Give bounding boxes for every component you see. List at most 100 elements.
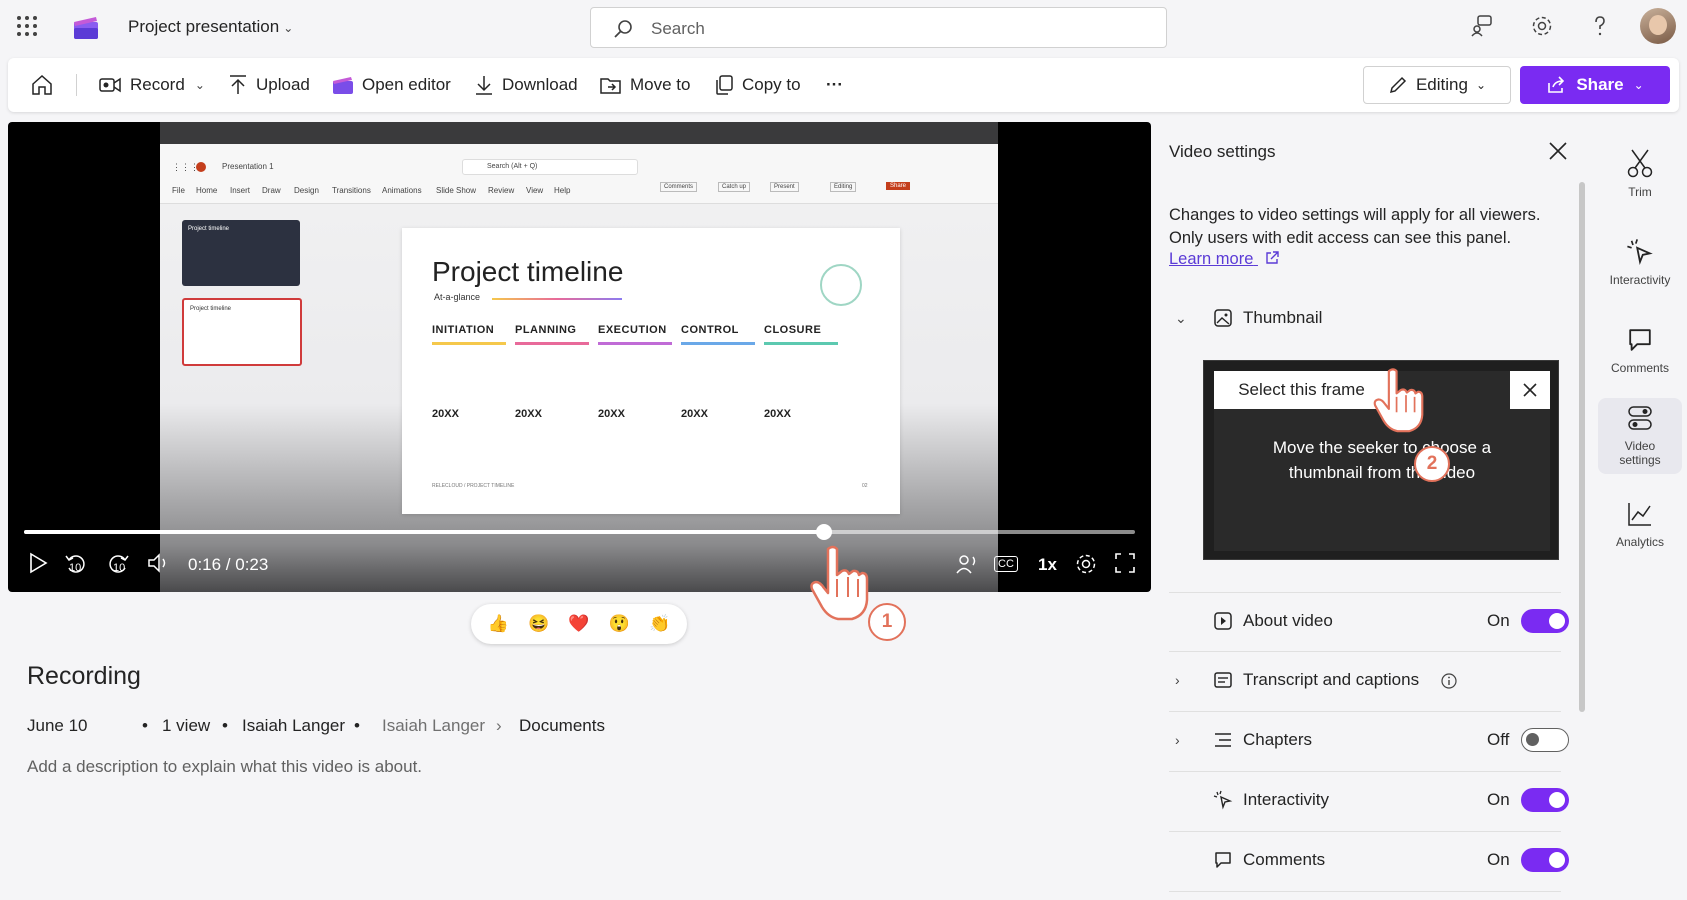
feedback-icon[interactable] bbox=[1470, 14, 1494, 38]
home-button[interactable] bbox=[30, 58, 62, 112]
reactions-bar: 👍 😆 ❤️ 😲 👏 bbox=[471, 604, 687, 644]
transcript-label: Transcript and captions bbox=[1243, 670, 1420, 689]
video-player[interactable]: ⋮⋮⋮ Presentation 1 Search (Alt + Q) File… bbox=[8, 122, 1151, 592]
location-folder-link[interactable]: Documents bbox=[519, 716, 605, 736]
download-button[interactable]: Download bbox=[474, 58, 578, 112]
top-bar: Project presentation ⌄ Search bbox=[0, 0, 1687, 55]
cursor-click-icon bbox=[1627, 239, 1653, 265]
meta-dot: • bbox=[142, 716, 148, 735]
seek-bar-fill bbox=[24, 530, 824, 534]
video-owner[interactable]: Isaiah Langer bbox=[242, 716, 345, 736]
open-editor-button[interactable]: Open editor bbox=[332, 58, 451, 112]
panel-scrollbar[interactable] bbox=[1579, 182, 1585, 712]
seek-handle[interactable] bbox=[815, 524, 832, 540]
interactivity-section[interactable]: Interactivity On bbox=[1169, 772, 1569, 832]
comment-icon bbox=[1629, 329, 1651, 351]
chevron-down-icon: ⌄ bbox=[1633, 78, 1644, 92]
skip-back-label: 10 bbox=[69, 562, 82, 574]
info-icon[interactable] bbox=[1441, 673, 1457, 689]
playback-speed-button[interactable]: 1x bbox=[1038, 555, 1057, 575]
move-to-button[interactable]: Move to bbox=[600, 58, 690, 112]
upload-icon bbox=[230, 75, 246, 94]
settings-gear-icon[interactable] bbox=[1074, 552, 1098, 576]
app-title[interactable]: Project presentation ⌄ bbox=[128, 17, 293, 37]
playback-time: 0:16 / 0:23 bbox=[188, 555, 269, 574]
record-button[interactable]: Record ⌄ bbox=[98, 58, 205, 112]
divider bbox=[76, 74, 77, 96]
phase-bar bbox=[681, 342, 755, 345]
phase-label: EXECUTION bbox=[598, 324, 667, 336]
share-button[interactable]: Share ⌄ bbox=[1520, 66, 1670, 104]
play-icon[interactable] bbox=[28, 552, 48, 574]
more-button[interactable]: ··· bbox=[826, 58, 843, 112]
upload-button[interactable]: Upload bbox=[228, 58, 310, 112]
about-video-state: On bbox=[1487, 611, 1510, 630]
about-video-toggle[interactable] bbox=[1521, 609, 1569, 633]
rail-video-settings[interactable]: Video settings bbox=[1598, 398, 1682, 474]
applause-reaction[interactable]: 👏 bbox=[647, 611, 673, 637]
phase-label: CONTROL bbox=[681, 324, 739, 336]
comments-section[interactable]: Comments On bbox=[1169, 832, 1569, 892]
volume-icon[interactable] bbox=[146, 552, 170, 574]
seek-bar[interactable] bbox=[24, 524, 1135, 540]
location-owner-link[interactable]: Isaiah Langer bbox=[382, 716, 485, 736]
phase-year: 20XX bbox=[764, 408, 791, 420]
description-field[interactable]: Add a description to explain what this v… bbox=[27, 757, 422, 777]
help-icon[interactable] bbox=[1588, 14, 1612, 38]
video-settings-panel: Video settings Changes to video settings… bbox=[1159, 122, 1589, 900]
slide-action: Catch up bbox=[718, 182, 751, 192]
editing-label: Editing bbox=[1415, 75, 1468, 94]
search-input[interactable]: Search bbox=[590, 7, 1167, 48]
rail-video-settings-label: Video settings bbox=[1619, 439, 1661, 467]
surprised-reaction[interactable]: 😲 bbox=[606, 611, 632, 637]
phase-label: CLOSURE bbox=[764, 324, 822, 336]
noise-suppression-icon[interactable] bbox=[954, 552, 978, 576]
editing-button[interactable]: Editing ⌄ bbox=[1363, 66, 1511, 104]
panel-title: Video settings bbox=[1169, 142, 1276, 161]
skip-back-button[interactable]: 10 bbox=[64, 552, 88, 576]
copy-to-button[interactable]: Copy to bbox=[714, 58, 801, 112]
phase-label: INITIATION bbox=[432, 324, 495, 336]
interactivity-toggle[interactable] bbox=[1521, 788, 1569, 812]
record-label: Record bbox=[130, 75, 185, 94]
slide-action: Editing bbox=[830, 182, 857, 192]
comment-icon bbox=[1215, 852, 1231, 868]
thumbnail-section[interactable]: ⌄ Thumbnail bbox=[1169, 290, 1561, 356]
slide-footer: RELECLOUD / PROJECT TIMELINE bbox=[432, 483, 515, 489]
phase-label: PLANNING bbox=[515, 324, 577, 336]
app-launcher-icon[interactable] bbox=[17, 16, 37, 36]
about-video-section[interactable]: About video On bbox=[1169, 592, 1569, 652]
transcript-section[interactable]: › Transcript and captions bbox=[1169, 652, 1561, 712]
fullscreen-icon[interactable] bbox=[1114, 552, 1136, 574]
phase-year: 20XX bbox=[432, 408, 459, 420]
step-badge-2: 2 bbox=[1414, 446, 1450, 482]
close-icon[interactable] bbox=[1547, 140, 1569, 162]
rail-comments[interactable]: Comments bbox=[1598, 322, 1682, 396]
rail-interactivity[interactable]: Interactivity bbox=[1598, 234, 1682, 308]
skip-forward-button[interactable]: 10 bbox=[106, 552, 130, 576]
thumbs-up-reaction[interactable]: 👍 bbox=[485, 611, 511, 637]
captions-button[interactable]: CC bbox=[994, 556, 1018, 572]
heart-reaction[interactable]: ❤️ bbox=[566, 611, 592, 637]
avatar[interactable] bbox=[1640, 8, 1676, 44]
rail-analytics[interactable]: Analytics bbox=[1598, 496, 1682, 570]
hand-cursor-icon bbox=[1373, 368, 1424, 433]
slide-canvas: Project timeline At-a-glance INITIATION … bbox=[402, 228, 900, 514]
download-icon bbox=[476, 76, 492, 95]
open-editor-label: Open editor bbox=[362, 75, 451, 94]
chapters-toggle[interactable] bbox=[1521, 728, 1569, 752]
home-icon bbox=[32, 74, 52, 95]
thumbnail-close-button[interactable] bbox=[1510, 371, 1550, 409]
close-icon bbox=[1523, 383, 1537, 397]
image-icon bbox=[1214, 309, 1232, 327]
learn-more-link[interactable]: Learn more bbox=[1169, 250, 1280, 269]
chapters-section[interactable]: › Chapters Off bbox=[1169, 712, 1569, 772]
slide-thumbnail-selected: Project timeline bbox=[182, 298, 302, 366]
phase-bar bbox=[432, 342, 506, 345]
video-date: June 10 bbox=[27, 716, 88, 735]
gear-icon[interactable] bbox=[1530, 14, 1554, 38]
rail-trim[interactable]: Trim bbox=[1598, 144, 1682, 218]
comments-toggle[interactable] bbox=[1521, 848, 1569, 872]
select-frame-button[interactable]: Select this frame bbox=[1214, 371, 1389, 409]
laugh-reaction[interactable]: 😆 bbox=[526, 611, 552, 637]
